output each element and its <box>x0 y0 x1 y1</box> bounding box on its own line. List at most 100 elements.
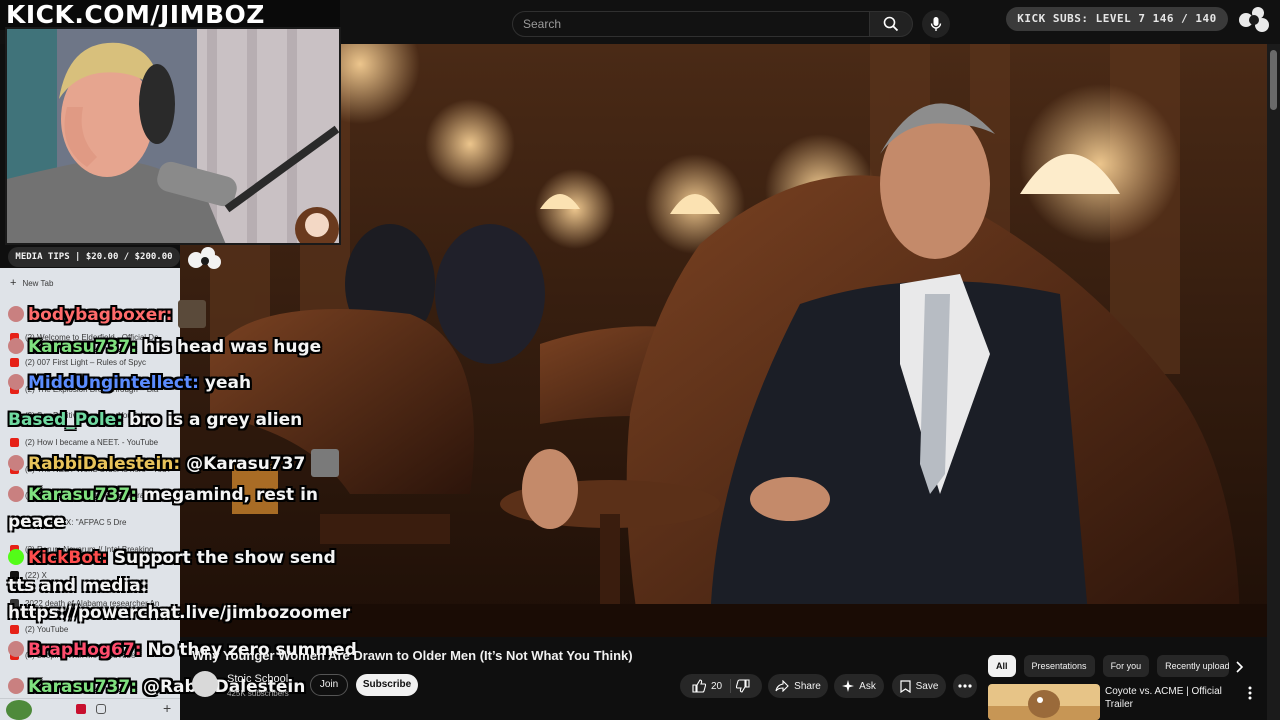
plus-icon: + <box>10 277 17 289</box>
thumbs-up-icon <box>692 679 706 693</box>
media-tips-goal: MEDIA TIPS | $20.00 / $200.00 <box>8 247 180 267</box>
search-button[interactable] <box>869 11 913 37</box>
browser-tab[interactable]: (2) YouTube <box>0 620 180 638</box>
filter-chips: All Presentations For you Recently uploa… <box>988 655 1230 677</box>
tab-label: (2) How I became a NEET. - YouTube <box>25 437 159 447</box>
chip-recently-uploaded[interactable]: Recently uploaded <box>1157 655 1230 677</box>
chat-username: RabbiDalestein: <box>28 454 181 474</box>
thumbs-down-icon[interactable] <box>736 679 750 693</box>
chat-message: Karasu737: megamind, rest in <box>8 485 318 505</box>
like-dislike-group: 20 <box>680 674 762 698</box>
browser-tab[interactable]: Zoomer on X: "AFPAC 5 Dre <box>0 513 180 531</box>
like-button[interactable]: 20 <box>692 679 732 693</box>
recommended-video-title[interactable]: Coyote vs. ACME | Official Trailer <box>1105 685 1235 711</box>
chat-username: Karasu737: <box>28 337 138 357</box>
chat-text: @Karasu737 <box>186 454 306 474</box>
subscribe-button[interactable]: Subscribe <box>356 674 418 696</box>
user-badge-icon <box>8 306 24 322</box>
user-badge-icon <box>8 455 24 471</box>
tab-label: Zoomer on X: "AFPAC 5 Dre <box>25 517 127 527</box>
pdf-icon[interactable] <box>76 704 86 714</box>
join-button[interactable]: Join <box>310 674 348 696</box>
extension-icon[interactable] <box>96 704 106 714</box>
like-count: 20 <box>710 680 723 692</box>
voice-search-button[interactable] <box>922 10 950 38</box>
search-input[interactable]: Search <box>512 11 870 37</box>
add-tab-icon[interactable]: + <box>163 700 171 716</box>
kick-icon <box>8 549 24 565</box>
chat-text: bro is a grey alien <box>128 410 303 430</box>
video-frame <box>180 44 1267 637</box>
more-horizontal-icon <box>958 684 972 688</box>
youtube-icon <box>10 624 19 634</box>
more-actions-button[interactable] <box>953 674 977 698</box>
user-badge-icon <box>8 374 24 390</box>
subscriber-count: 425K subscribers <box>227 689 289 698</box>
chat-message: Karasu737: his head was huge <box>8 337 321 357</box>
user-badge-icon <box>8 486 24 502</box>
chat-username: bodybagboxer: <box>28 305 173 325</box>
sparkle-icon <box>842 680 855 692</box>
chip-presentations[interactable]: Presentations <box>1023 655 1095 677</box>
video-title: Why Younger Women Are Drawn to Older Men… <box>192 648 633 663</box>
chat-message: bodybagboxer: <box>8 300 207 328</box>
chevron-right-icon[interactable] <box>1232 660 1246 674</box>
emote-icon <box>178 300 207 328</box>
save-label: Save <box>915 680 939 692</box>
x-icon <box>10 517 19 527</box>
webcam-feed <box>5 27 341 245</box>
microphone-icon <box>930 17 942 31</box>
chat-message: MiddUngintellect: yeah <box>8 373 251 393</box>
stream-logo-icon <box>1239 7 1269 32</box>
x-icon <box>10 570 19 580</box>
chat-message: KickBot: Support the show send <box>8 548 336 568</box>
browser-tab[interactable]: 2022 death of Alabama researcher An <box>0 594 180 612</box>
new-tab-button[interactable]: + New Tab <box>0 274 180 292</box>
tab-list-footer: + <box>0 698 180 720</box>
browser-tab[interactable]: (22) X <box>0 566 180 584</box>
recommended-video-thumbnail[interactable] <box>988 684 1100 720</box>
stream-banner: KICK.COM/JIMBOZ <box>0 0 340 30</box>
user-badge-icon <box>8 641 24 657</box>
user-badge-icon <box>8 338 24 354</box>
ask-label: Ask <box>859 680 876 692</box>
page-scrollbar[interactable] <box>1267 44 1280 720</box>
chat-text: yeah <box>204 373 252 393</box>
chat-message: Based_Pole: bro is a grey alien <box>8 410 302 430</box>
more-vertical-icon[interactable] <box>1244 686 1256 700</box>
user-badge-icon <box>8 678 24 694</box>
video-player[interactable] <box>180 44 1267 637</box>
youtube-icon <box>10 357 19 367</box>
tab-label: 2022 death of Alabama researcher An <box>25 598 160 608</box>
youtube-icon <box>10 437 19 447</box>
emote-icon <box>311 449 340 477</box>
search-icon <box>883 16 899 32</box>
stream-logo-icon <box>188 247 221 269</box>
share-button[interactable]: Share <box>768 674 828 698</box>
chat-message: RabbiDalestein: @Karasu737 <box>8 449 340 477</box>
tab-label: (22) X <box>25 570 47 580</box>
chat-text: Support the show send <box>113 548 336 568</box>
kick-subs-goal: KICK SUBS: LEVEL 7 146 / 140 <box>1006 7 1228 31</box>
ask-button[interactable]: Ask <box>834 674 884 698</box>
chat-username: Based_Pole: <box>8 410 124 430</box>
chat-username: Karasu737: <box>28 677 138 697</box>
chip-all[interactable]: All <box>988 655 1016 677</box>
chat-text: his head was huge <box>142 337 322 357</box>
save-button[interactable]: Save <box>892 674 946 698</box>
share-icon <box>775 680 789 692</box>
scrollbar-thumb[interactable] <box>1270 50 1277 110</box>
chat-text: megamind, rest in <box>142 485 319 505</box>
new-tab-label: New Tab <box>22 278 54 288</box>
tab-label: (2) YouTube <box>25 624 69 634</box>
chat-username: BrapHog67: <box>28 640 142 660</box>
pepe-emote-icon <box>6 700 32 720</box>
news-icon <box>10 598 19 608</box>
chip-for-you[interactable]: For you <box>1102 655 1150 677</box>
chat-username: KickBot: <box>28 548 108 568</box>
bookmark-icon <box>899 679 911 693</box>
channel-avatar[interactable] <box>192 671 218 697</box>
share-label: Share <box>794 680 821 692</box>
channel-name[interactable]: Stoic School <box>227 673 288 685</box>
chat-username: Karasu737: <box>28 485 138 505</box>
